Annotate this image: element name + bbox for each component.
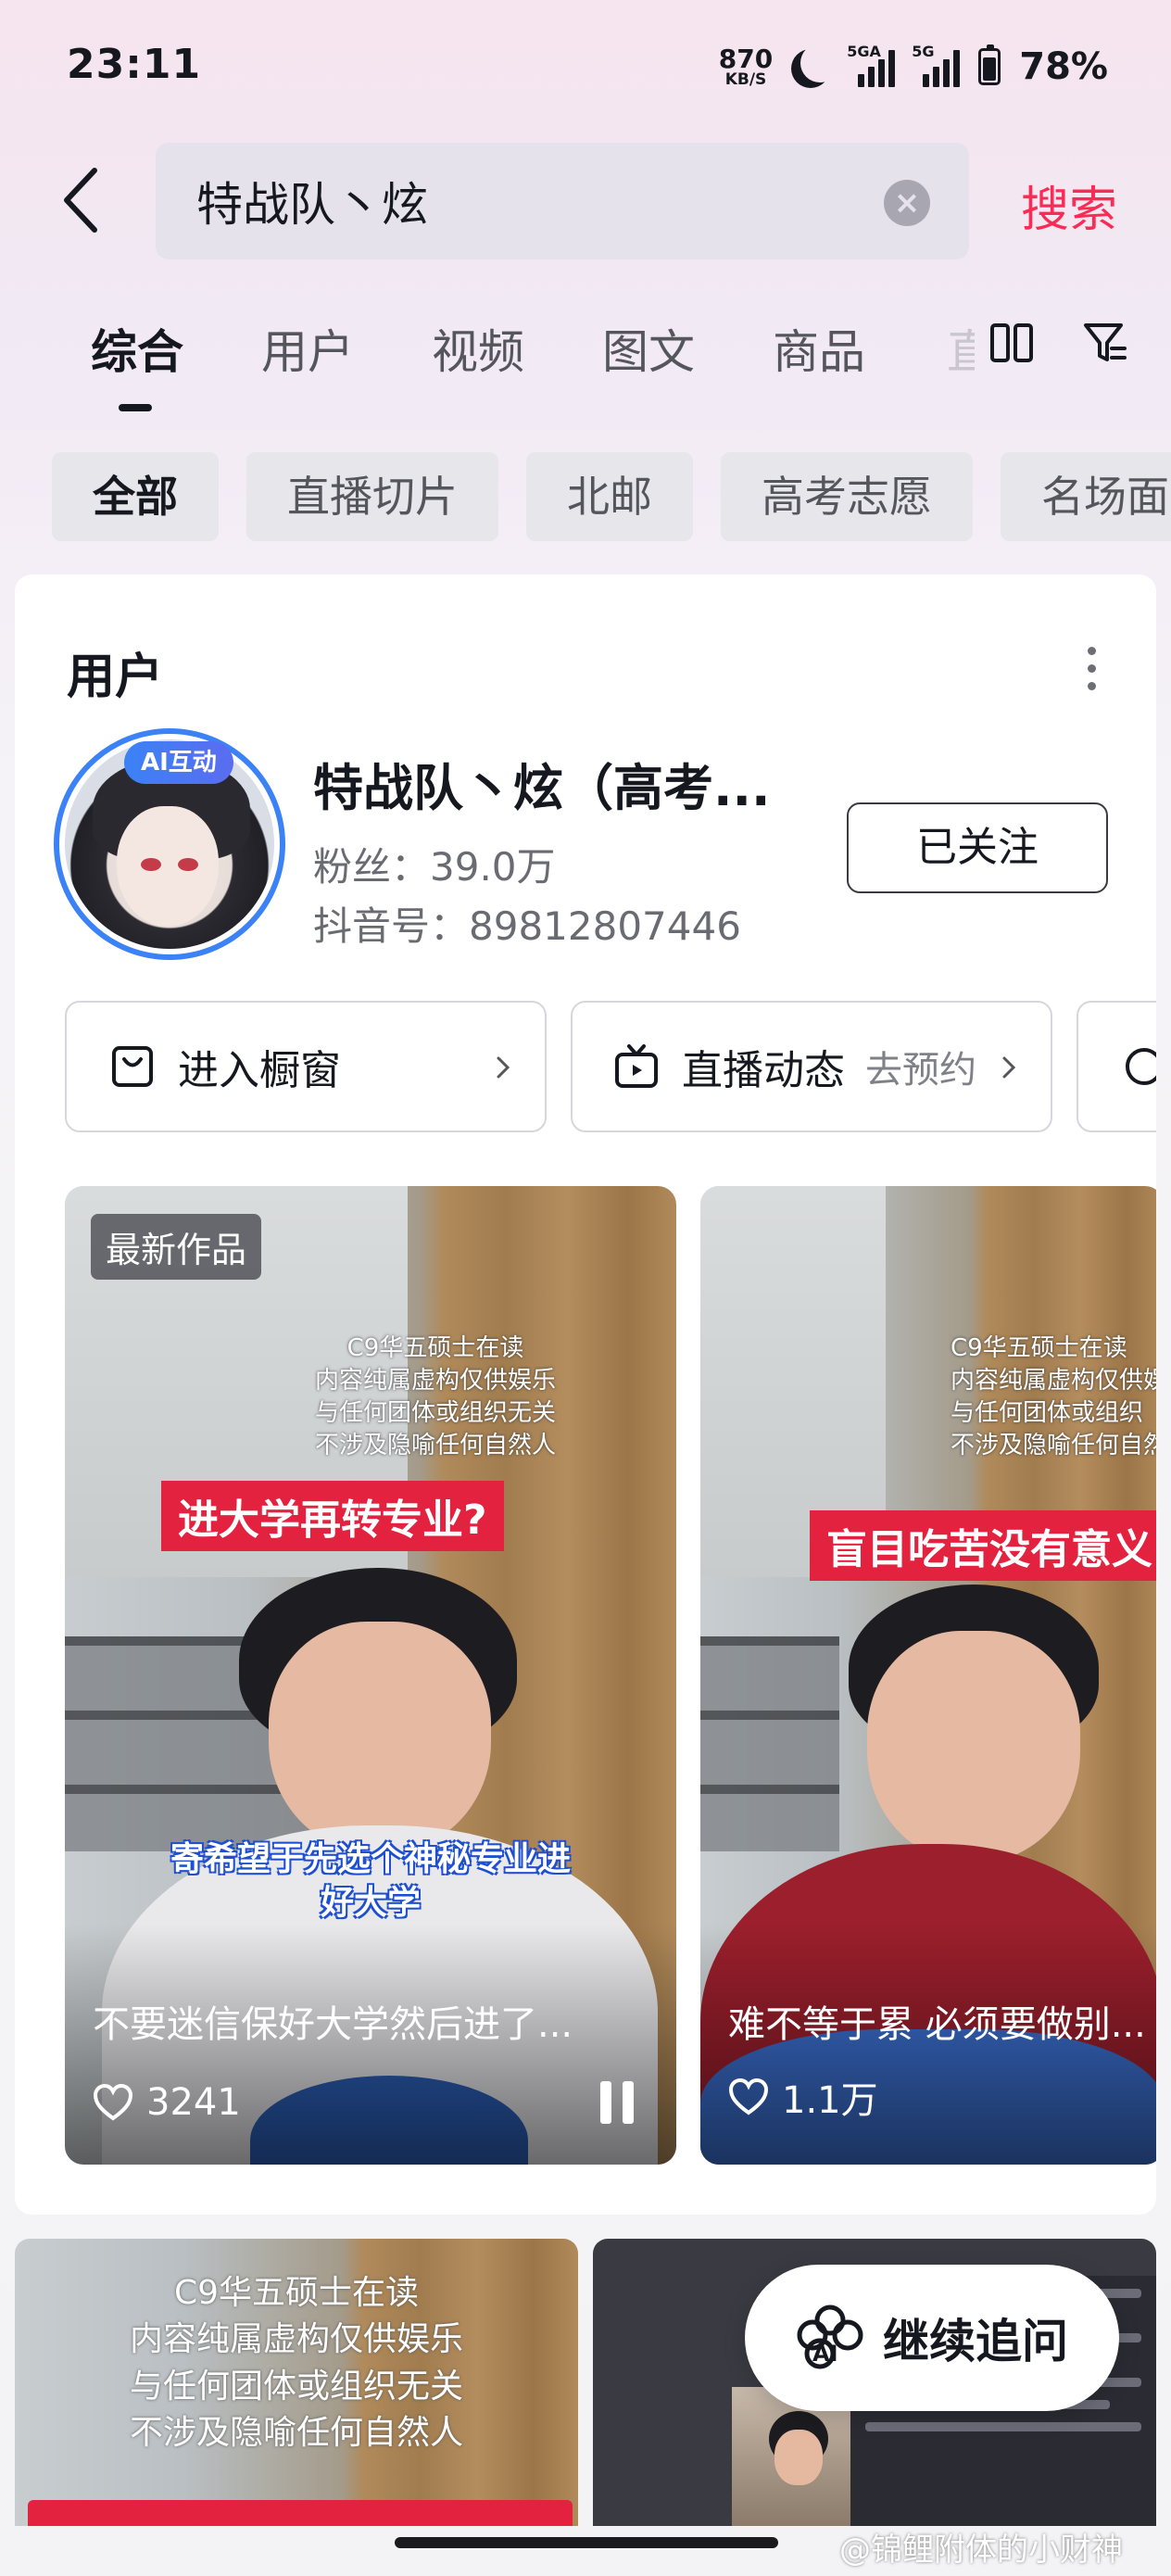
fans-count: 粉丝：39.0万: [313, 844, 556, 890]
enter-shop-window-button[interactable]: 进入橱窗: [65, 1001, 547, 1132]
continue-asking-button[interactable]: AI 继续追问: [745, 2265, 1119, 2411]
video-likes: 1.1万: [728, 2070, 878, 2124]
video-subtitle: 寄希望于先选个神秘专业进 好大学: [170, 1840, 571, 1922]
tv-icon: [615, 1044, 658, 1088]
chip-all[interactable]: 全部: [52, 452, 219, 541]
more-options-icon[interactable]: [1088, 647, 1099, 690]
tab-live-partial[interactable]: 直: [947, 315, 975, 382]
weibo-watermark: @锦鲤附体的小财神: [839, 2532, 1123, 2569]
dual-column-layout-icon[interactable]: [989, 322, 1034, 363]
video-disclaimer: C9华五硕士在读 内容纯属虚构仅供娱乐 与任何团体或组织 不涉及隐喻任何自然: [951, 1334, 1156, 1460]
signal-5ga-icon: 5GA: [847, 43, 896, 87]
video-disclaimer: C9华五硕士在读 内容纯属虚构仅供娱乐 与任何团体或组织无关 不涉及隐喻任何自然…: [314, 1334, 556, 1460]
result-tile[interactable]: C9华五硕士在读 内容纯属虚构仅供娱乐 与任何团体或组织无关 不涉及隐喻任何自然…: [15, 2239, 578, 2526]
search-input[interactable]: 特战队丶炫 ×: [156, 143, 969, 259]
chat-bubble-icon: [1126, 1048, 1156, 1085]
active-tab-indicator: [119, 404, 152, 411]
home-indicator[interactable]: [395, 2537, 778, 2548]
shop-bag-icon: [112, 1046, 153, 1087]
more-action-partial-button[interactable]: [1077, 1001, 1156, 1132]
tab-users[interactable]: 用户: [261, 315, 354, 382]
tab-products[interactable]: 商品: [773, 315, 865, 382]
filter-icon[interactable]: [1082, 321, 1128, 365]
status-time: 23:11: [67, 41, 202, 88]
douyin-id: 抖音号：89812807446: [313, 903, 741, 949]
do-not-disturb-moon-icon: [800, 44, 839, 82]
heart-icon: [93, 2084, 133, 2121]
status-icons: 870 KB/S 5GA 5G 78%: [719, 41, 1108, 93]
user-result-card: 用户 AI互动 特战队丶炫（高考... 粉丝：39.0万 抖音号：8981280…: [15, 575, 1156, 2215]
result-tabs: 综合 用户 视频 图文 商品: [91, 315, 865, 382]
pause-icon[interactable]: [600, 2081, 637, 2124]
chip-famous-scenes[interactable]: 名场面: [1001, 452, 1171, 541]
network-speed: 870 KB/S: [718, 43, 774, 89]
video-title-banner: 盲目吃苦没有意义: [810, 1510, 1156, 1581]
chip-bupt[interactable]: 北邮: [526, 452, 693, 541]
live-updates-button[interactable]: 直播动态 去预约: [571, 1001, 1052, 1132]
shop-window-label: 进入橱窗: [178, 1047, 341, 1094]
back-arrow-icon[interactable]: [59, 165, 100, 235]
video-title-banner: 进大学再转专业?: [161, 1481, 504, 1551]
tile-disclaimer: C9华五硕士在读 内容纯属虚构仅供娱乐 与任何团体或组织无关 不涉及隐喻任何自然…: [129, 2274, 463, 2453]
go-reserve-label: 去预约: [865, 1049, 976, 1092]
filter-chips: 全部 直播切片 北邮 高考志愿 名场面: [52, 452, 1171, 541]
tab-image-text[interactable]: 图文: [602, 315, 695, 382]
video-description: 不要迷信保好大学然后进了...: [93, 2003, 573, 2046]
chip-gaokao-choice[interactable]: 高考志愿: [721, 452, 973, 541]
heart-icon: [728, 2078, 769, 2115]
ai-assistant-icon: AI: [796, 2304, 864, 2372]
latest-work-tag: 最新作品: [91, 1214, 262, 1280]
search-button[interactable]: 搜索: [1021, 170, 1117, 240]
video-description: 难不等于累 必须要做别...: [728, 2003, 1146, 2046]
tab-comprehensive[interactable]: 综合: [91, 315, 183, 382]
section-title: 用户: [67, 650, 164, 705]
live-updates-label: 直播动态: [682, 1047, 845, 1094]
tab-videos[interactable]: 视频: [432, 315, 524, 382]
tile-title-banner: [28, 2500, 573, 2526]
video-likes: 3241: [93, 2081, 241, 2124]
user-name[interactable]: 特战队丶炫（高考...: [313, 747, 771, 820]
follow-button[interactable]: 已关注: [847, 802, 1108, 893]
video-card[interactable]: C9华五硕士在读 内容纯属虚构仅供娱乐 与任何团体或组织 不涉及隐喻任何自然 盲…: [700, 1186, 1156, 2165]
ai-interaction-badge: AI互动: [124, 741, 233, 784]
chevron-right-icon: [497, 1056, 510, 1079]
chevron-right-icon: [1002, 1056, 1016, 1079]
battery-percent: 78%: [1019, 45, 1108, 88]
signal-5g-icon: 5G: [912, 43, 961, 87]
video-card-latest[interactable]: C9华五硕士在读 内容纯属虚构仅供娱乐 与任何团体或组织无关 不涉及隐喻任何自然…: [65, 1186, 676, 2165]
clear-search-icon[interactable]: ×: [884, 180, 930, 226]
search-query-text: 特战队丶炫: [196, 178, 428, 232]
continue-asking-label: 继续追问: [883, 2315, 1068, 2368]
chip-live-clips[interactable]: 直播切片: [246, 452, 498, 541]
battery-icon: [978, 44, 1001, 85]
